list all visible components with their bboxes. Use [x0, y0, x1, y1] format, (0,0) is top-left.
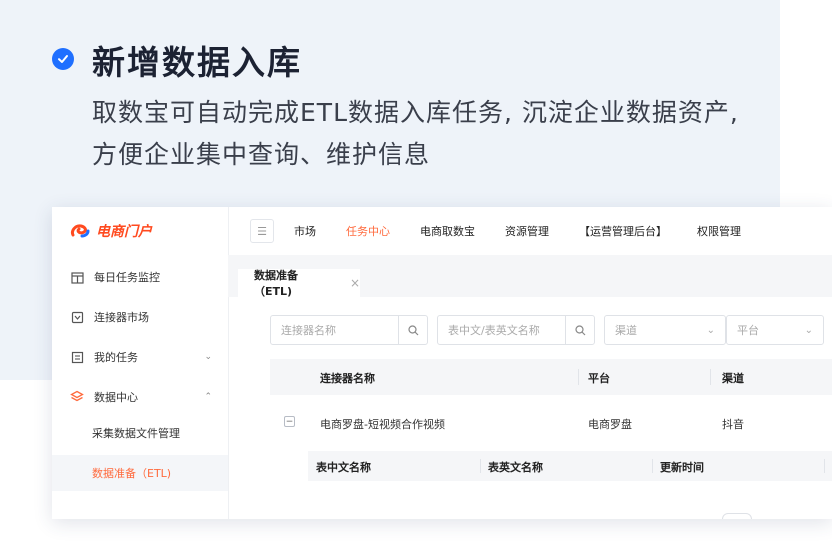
table-search-placeholder: 表中文/表英文名称 — [448, 324, 540, 337]
column-divider — [652, 459, 653, 473]
table-search-input[interactable]: 表中文/表英文名称 — [437, 315, 595, 345]
nav-item-permissions[interactable]: 权限管理 — [697, 223, 741, 239]
collapse-icon[interactable]: − — [284, 416, 295, 427]
sidebar-item-label: 连接器市场 — [94, 311, 149, 324]
nav-item-ops-admin[interactable]: 【运营管理后台】 — [579, 223, 667, 239]
header-channel: 渠道 — [722, 372, 744, 385]
cell-channel: 抖音 — [722, 418, 744, 431]
sidebar-item-label: 每日任务监控 — [94, 271, 160, 284]
subtable-header: 表中文名称 表英文名称 更新时间 — [308, 451, 832, 481]
layers-icon — [70, 390, 84, 404]
table-row[interactable]: − 电商罗盘-短视频合作视频 电商罗盘 抖音 — [270, 405, 832, 441]
nav-item-data-fetch[interactable]: 电商取数宝 — [420, 223, 475, 239]
close-icon[interactable]: × — [350, 276, 360, 290]
feature-title: 新增数据入库 — [92, 43, 302, 82]
chevron-down-icon: ⌄ — [804, 324, 813, 336]
scroll-handle[interactable] — [722, 513, 752, 519]
chevron-down-icon: ⌄ — [204, 352, 212, 362]
check-circle-icon — [52, 48, 74, 70]
nav-item-market[interactable]: 市场 — [294, 223, 316, 239]
sidebar-item-data-center[interactable]: 数据中心 ⌃ — [52, 377, 228, 417]
nav-item-resources[interactable]: 资源管理 — [505, 223, 549, 239]
tab-label: 数据准备（ETL) — [254, 269, 298, 298]
connector-search-placeholder: 连接器名称 — [281, 324, 336, 337]
channel-select[interactable]: 渠道 ⌄ — [604, 315, 726, 345]
search-icon[interactable] — [398, 316, 427, 344]
sidebar-item-label: 数据中心 — [94, 391, 138, 404]
channel-select-placeholder: 渠道 — [615, 324, 637, 337]
app-logo[interactable]: 电商门户 — [70, 221, 152, 241]
column-divider — [480, 459, 481, 473]
header-update-time: 更新时间 — [660, 461, 704, 474]
search-icon[interactable] — [565, 316, 594, 344]
header-table-cn-name: 表中文名称 — [316, 461, 371, 474]
connector-icon — [70, 310, 84, 324]
app-window: 电商门户 每日任务监控 连接器市场 我的任务 ⌄ 数据中心 ⌃ 采集数据文件管理… — [52, 207, 832, 519]
platform-select-placeholder: 平台 — [737, 324, 759, 337]
sidebar-subitem-file-management[interactable]: 采集数据文件管理 — [52, 415, 228, 451]
column-divider — [824, 459, 825, 473]
header-table-en-name: 表英文名称 — [488, 461, 543, 474]
sidebar-subitem-etl[interactable]: 数据准备（ETL) — [52, 455, 228, 491]
list-icon — [70, 350, 84, 364]
menu-toggle-icon[interactable]: ☰ — [250, 219, 274, 243]
column-divider — [578, 369, 579, 385]
sidebar-item-label: 我的任务 — [94, 351, 138, 364]
sidebar-item-my-tasks[interactable]: 我的任务 ⌄ — [52, 337, 228, 377]
cell-platform: 电商罗盘 — [588, 418, 632, 431]
header-connector: 连接器名称 — [320, 372, 375, 385]
header-platform: 平台 — [588, 372, 610, 385]
logo-icon — [71, 224, 90, 238]
chevron-down-icon: ⌄ — [706, 324, 715, 336]
tab-etl[interactable]: 数据准备（ETL) × — [238, 269, 360, 298]
chevron-up-icon: ⌃ — [204, 392, 212, 402]
connector-search-input[interactable]: 连接器名称 — [270, 315, 428, 345]
table-header: 连接器名称 平台 渠道 — [270, 359, 832, 395]
top-navigation: ☰ 市场 任务中心 电商取数宝 资源管理 【运营管理后台】 权限管理 — [228, 207, 832, 255]
cell-connector: 电商罗盘-短视频合作视频 — [320, 418, 445, 431]
platform-select[interactable]: 平台 ⌄ — [726, 315, 824, 345]
tab-bar: 数据准备（ETL) × — [228, 255, 832, 298]
column-divider — [710, 369, 711, 385]
calendar-icon — [70, 270, 84, 284]
sidebar: 电商门户 每日任务监控 连接器市场 我的任务 ⌄ 数据中心 ⌃ 采集数据文件管理… — [52, 207, 229, 519]
nav-item-task-center[interactable]: 任务中心 — [346, 223, 390, 239]
sidebar-item-daily-monitor[interactable]: 每日任务监控 — [52, 257, 228, 297]
feature-description: 取数宝可自动完成ETL数据入库任务, 沉淀企业数据资产, 方便企业集中查询、维护… — [92, 98, 739, 169]
subtable-body — [308, 481, 832, 519]
logo-text: 电商门户 — [96, 224, 152, 240]
sidebar-item-connector-market[interactable]: 连接器市场 — [52, 297, 228, 337]
